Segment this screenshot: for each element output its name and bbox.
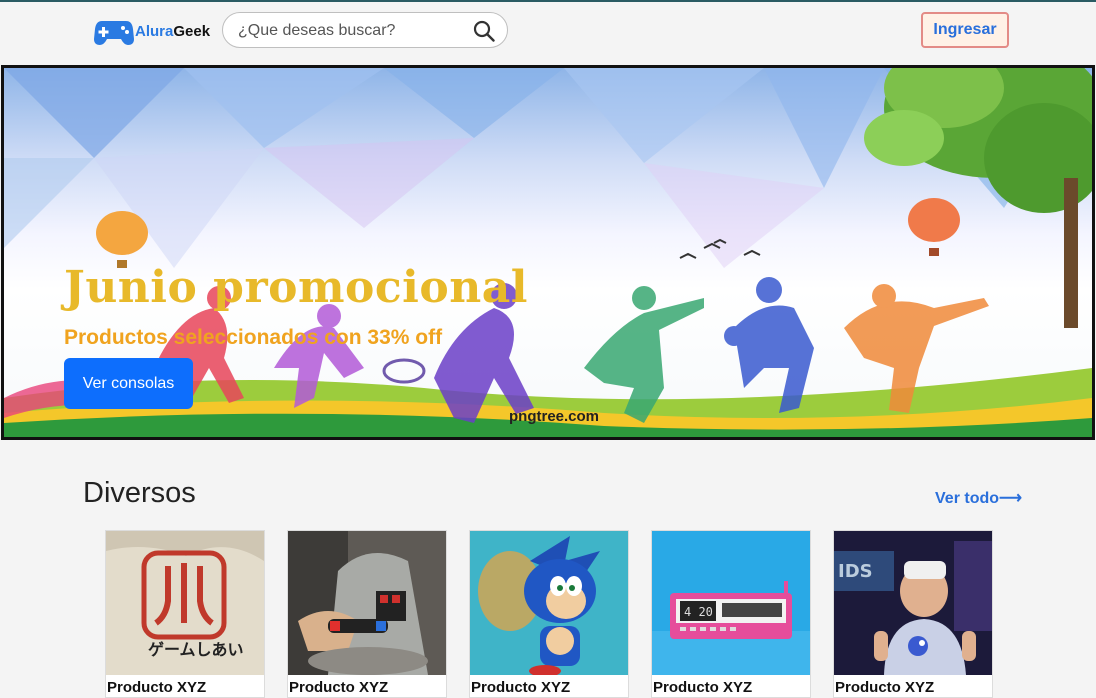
banner-watermark: pngtree.com bbox=[509, 408, 600, 425]
product-card[interactable]: Producto XYZ bbox=[287, 530, 447, 698]
svg-text:IDS: IDS bbox=[838, 561, 873, 582]
promo-banner: Junio promocional Productos seleccionado… bbox=[1, 65, 1095, 440]
product-card[interactable]: Producto XYZ bbox=[469, 530, 629, 698]
svg-text:4 20: 4 20 bbox=[684, 605, 713, 619]
product-name: Producto XYZ bbox=[471, 679, 571, 696]
search-input[interactable] bbox=[236, 20, 470, 42]
product-image-atari-tshirt: ゲームしあい bbox=[106, 531, 264, 675]
site-header: AluraGeek Ingresar bbox=[0, 2, 1096, 64]
product-name: Producto XYZ bbox=[289, 679, 389, 696]
product-image-kid-vr-headset: IDS bbox=[834, 531, 992, 675]
logo-text-alura: Alura bbox=[135, 22, 174, 40]
product-name: Producto XYZ bbox=[653, 679, 753, 696]
product-image-sonic-figure bbox=[470, 531, 628, 675]
see-consoles-button[interactable]: Ver consolas bbox=[64, 358, 193, 409]
gamepad-icon bbox=[94, 21, 134, 45]
logo-text-geek: Geek bbox=[173, 22, 211, 40]
product-card[interactable]: IDS Producto XYZ bbox=[833, 530, 993, 698]
see-all-link[interactable]: Ver todo⟶ bbox=[935, 488, 1022, 508]
banner-title: Junio promocional bbox=[64, 262, 528, 313]
product-image-kid-with-controller bbox=[288, 531, 446, 675]
search-box bbox=[222, 12, 508, 48]
login-button[interactable]: Ingresar bbox=[921, 12, 1009, 48]
product-card[interactable]: ゲームしあい Producto XYZ bbox=[105, 530, 265, 698]
product-card[interactable]: 4 20 Producto XYZ bbox=[651, 530, 811, 698]
product-image-pink-radio-clock: 4 20 bbox=[652, 531, 810, 675]
banner-subtitle: Productos seleccionados con 33% off bbox=[64, 326, 443, 349]
section-title: Diversos bbox=[83, 477, 196, 509]
logo-text: AluraGeek bbox=[135, 23, 210, 40]
product-name: Producto XYZ bbox=[107, 679, 207, 696]
svg-text:ゲームしあい: ゲームしあい bbox=[148, 640, 244, 659]
product-name: Producto XYZ bbox=[835, 679, 935, 696]
logo[interactable]: AluraGeek bbox=[94, 15, 210, 47]
search-icon[interactable] bbox=[473, 20, 495, 42]
